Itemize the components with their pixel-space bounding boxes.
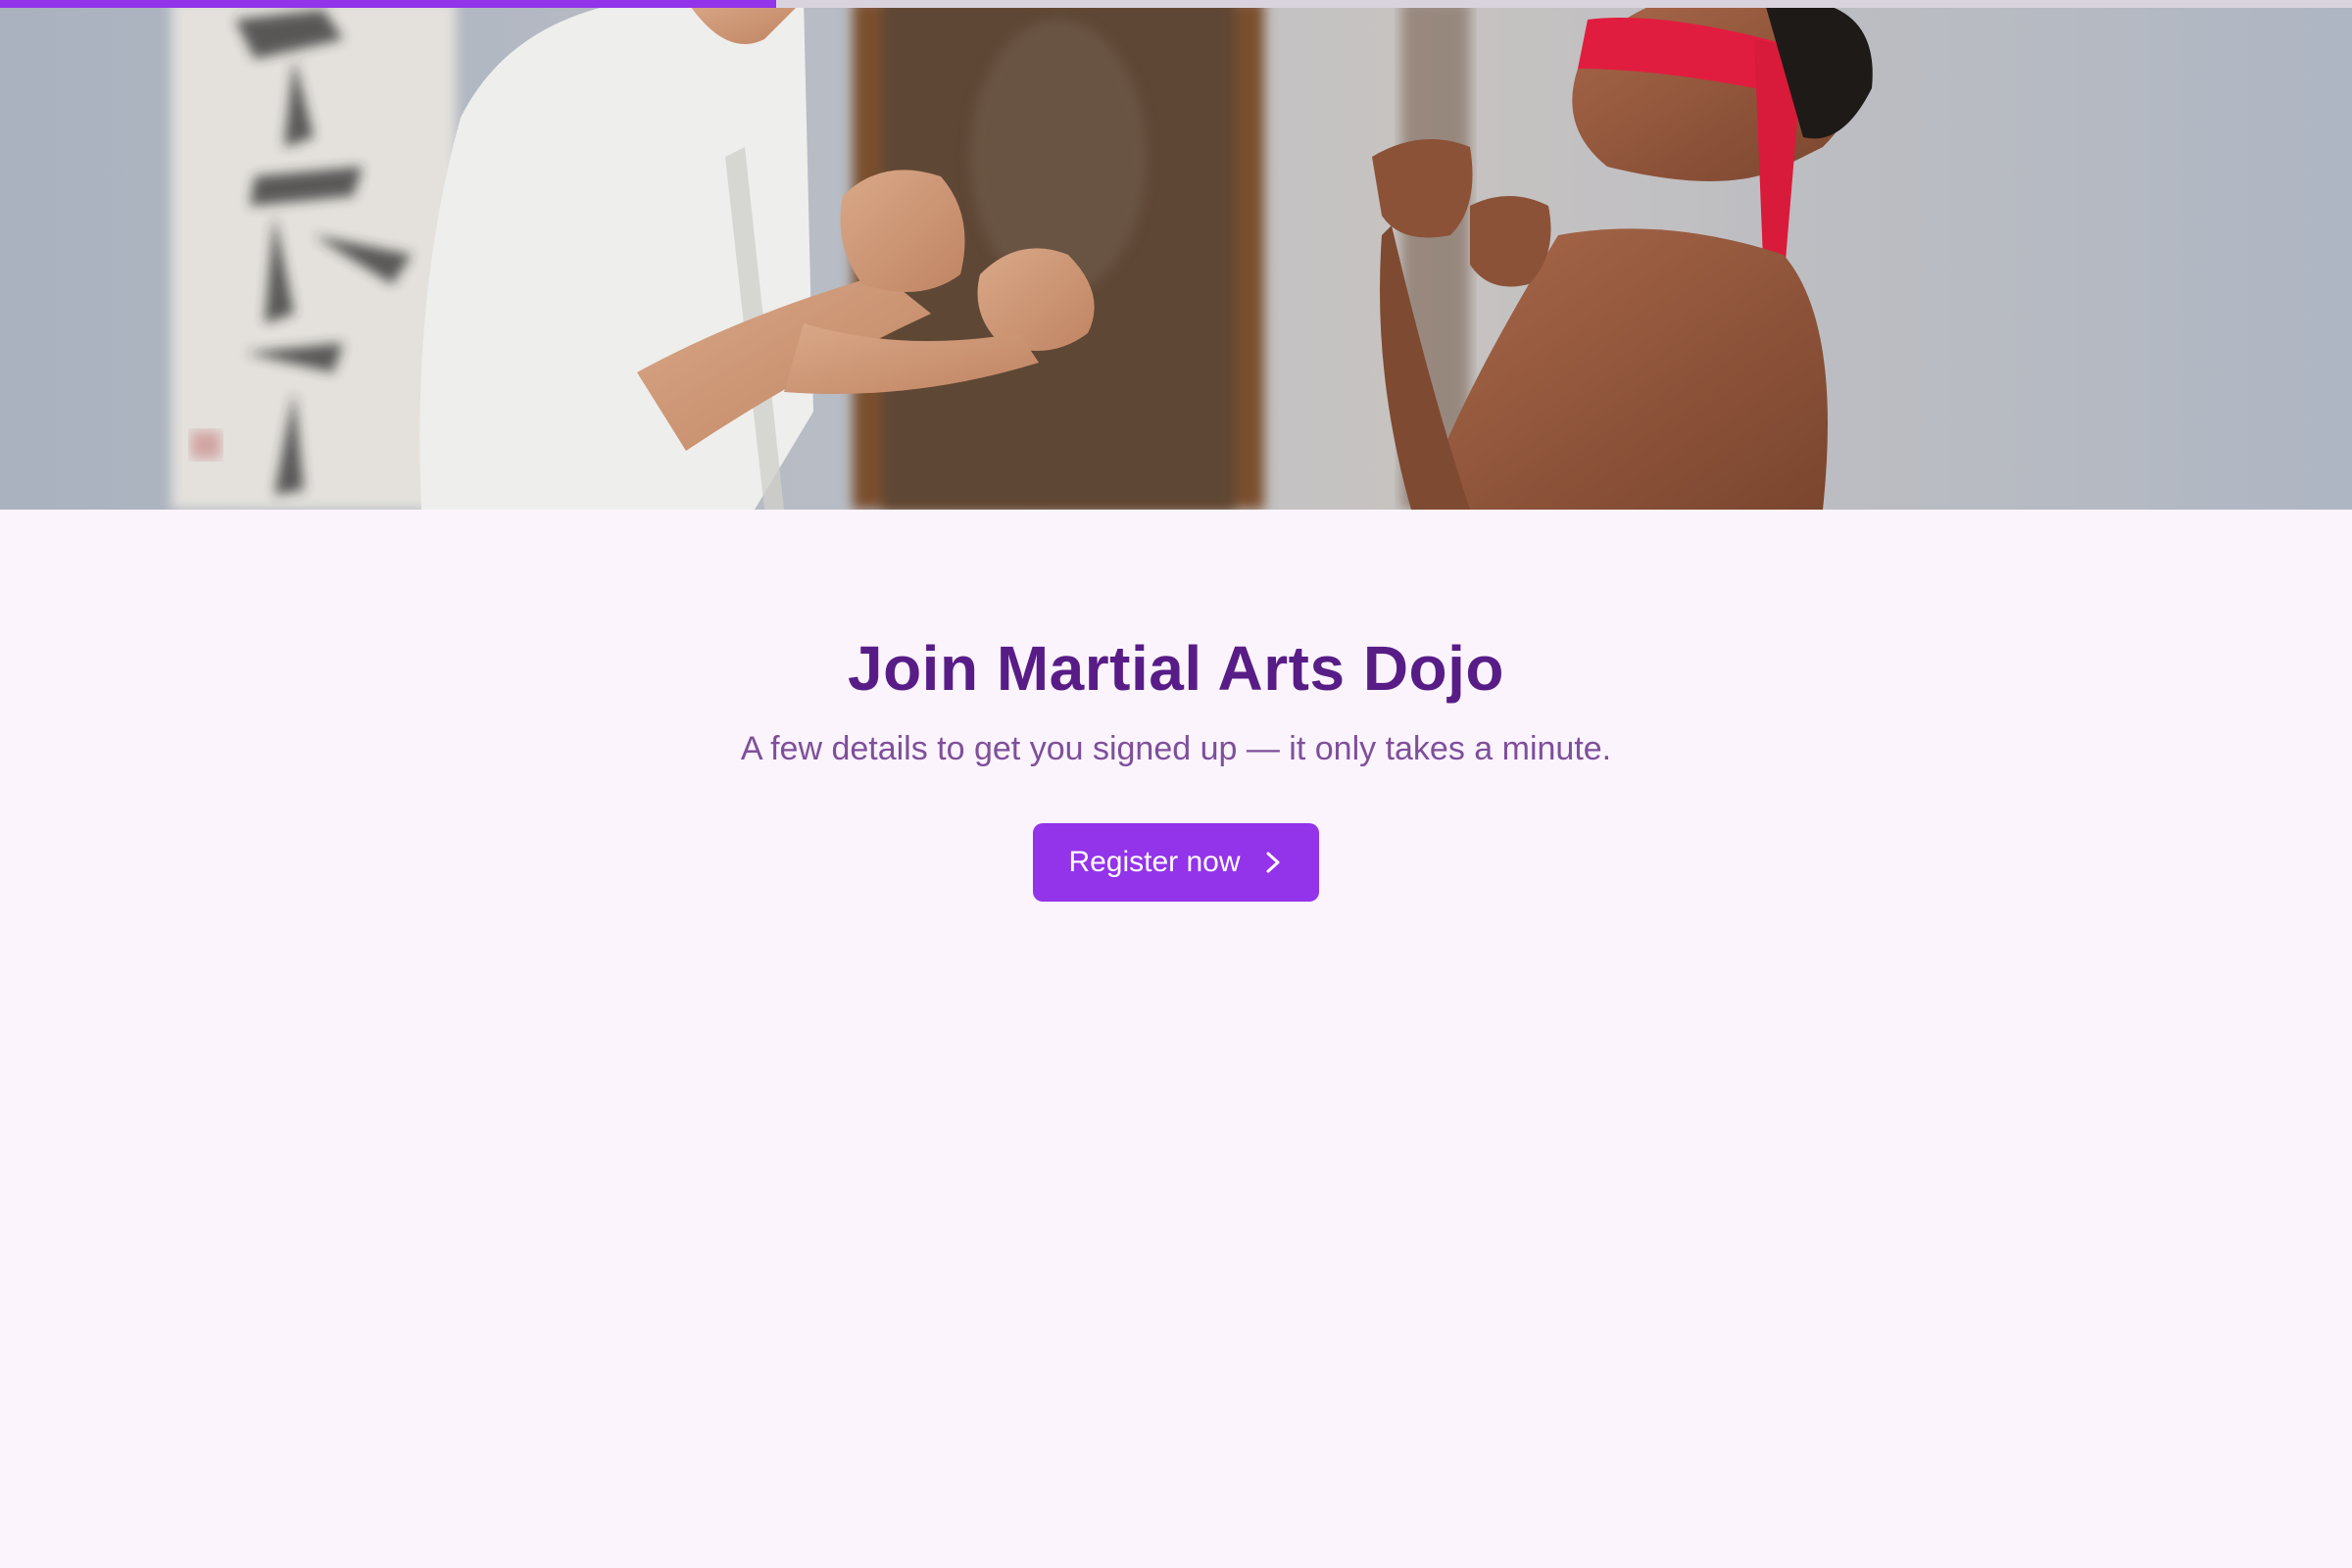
register-now-button[interactable]: Register now	[1033, 823, 1319, 902]
page-subtitle: A few details to get you signed up — it …	[740, 730, 1612, 767]
progress-bar	[0, 0, 2352, 8]
register-now-label: Register now	[1068, 846, 1241, 878]
chevron-right-icon	[1266, 852, 1280, 873]
progress-bar-fill	[0, 0, 776, 8]
hero-image	[0, 0, 2352, 510]
page-title: Join Martial Arts Dojo	[847, 633, 1505, 704]
hero-photo	[0, 0, 2352, 510]
